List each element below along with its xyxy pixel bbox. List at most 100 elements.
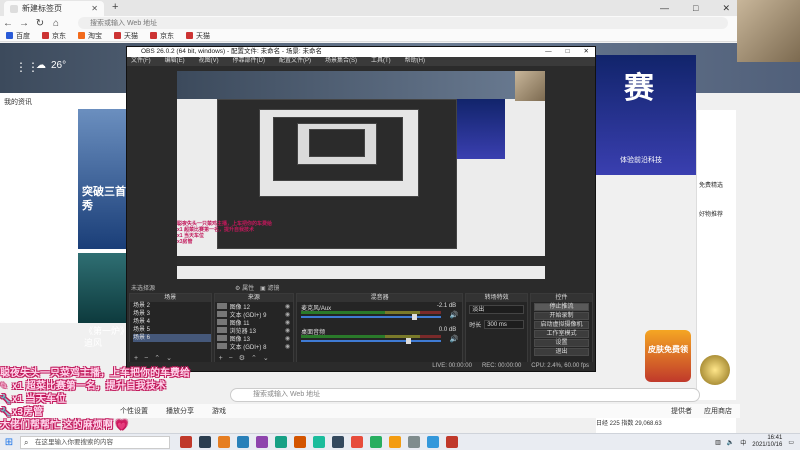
- taskbar-app-icon[interactable]: [446, 436, 458, 448]
- remove-scene-icon[interactable]: −: [144, 355, 148, 362]
- taskbar-app-icon[interactable]: [351, 436, 363, 448]
- filters-button[interactable]: ▣ 滤镜: [260, 283, 279, 292]
- visibility-eye-icon[interactable]: ◉: [285, 327, 290, 334]
- volume-slider-knob[interactable]: [411, 314, 417, 320]
- taskbar-app-icon[interactable]: [256, 436, 268, 448]
- taskbar-app-icon[interactable]: [370, 436, 382, 448]
- snippet-text[interactable]: 免费精选: [699, 180, 734, 189]
- taskbar-search-input[interactable]: 在这里输入你要搜索的内容: [20, 435, 170, 449]
- move-up-icon[interactable]: ⌃: [251, 354, 257, 362]
- bookmark-item[interactable]: 百度: [6, 31, 30, 41]
- menu-scene-collection[interactable]: 场景集合(S): [325, 57, 357, 66]
- volume-slider-knob[interactable]: [406, 338, 412, 344]
- taskbar-app-icon[interactable]: [294, 436, 306, 448]
- menu-docks[interactable]: 停靠部件(D): [233, 57, 265, 66]
- obs-close-icon[interactable]: ✕: [584, 47, 589, 57]
- windows-start-icon[interactable]: ⊞: [0, 437, 18, 448]
- page-search-input[interactable]: 搜索或输入 Web 地址: [230, 388, 700, 402]
- taskbar-app-icon[interactable]: [313, 436, 325, 448]
- visibility-eye-icon[interactable]: ◉: [285, 311, 290, 318]
- source-item[interactable]: 文本 (GDI+) 8 ◉: [215, 342, 294, 351]
- duration-input[interactable]: 300 ms: [484, 320, 525, 329]
- obs-maximize-icon[interactable]: □: [566, 47, 570, 57]
- taskbar-app-icon[interactable]: [408, 436, 420, 448]
- add-source-icon[interactable]: +: [219, 355, 223, 362]
- bookmark-item[interactable]: 京东: [150, 31, 174, 41]
- start-recording-button[interactable]: 开始录制: [534, 312, 590, 320]
- snippet-text[interactable]: 好物推荐: [699, 209, 734, 218]
- game-ad-badge[interactable]: 皮肤免费领: [645, 330, 691, 382]
- source-settings-icon[interactable]: ⚙: [239, 354, 245, 362]
- menu-file[interactable]: 文件(F): [131, 57, 151, 66]
- visibility-eye-icon[interactable]: ◉: [285, 343, 290, 350]
- visibility-eye-icon[interactable]: ◉: [285, 303, 290, 310]
- add-scene-icon[interactable]: +: [134, 355, 138, 362]
- volume-slider[interactable]: [301, 338, 442, 344]
- settings-button[interactable]: 设置: [534, 339, 590, 347]
- bottom-right-item[interactable]: 提供者: [671, 406, 692, 416]
- tab-close-icon[interactable]: ✕: [91, 4, 98, 13]
- news-headline[interactable]: 突破三首秀: [82, 185, 128, 213]
- taskbar-app-icon[interactable]: [389, 436, 401, 448]
- taskbar-app-icon[interactable]: [332, 436, 344, 448]
- bookmark-item[interactable]: 天猫: [114, 31, 138, 41]
- bottom-item[interactable]: 游戏: [212, 406, 226, 416]
- stop-streaming-button[interactable]: 停止推流: [534, 303, 590, 311]
- weather-widget[interactable]: ☁ 26°: [36, 60, 66, 71]
- scene-item[interactable]: 场景 3: [133, 310, 211, 318]
- back-icon[interactable]: ←: [0, 18, 16, 29]
- taskbar-app-icon[interactable]: [427, 436, 439, 448]
- menu-help[interactable]: 帮助(H): [405, 57, 425, 66]
- source-item[interactable]: 浏览器 13 ◉: [215, 326, 294, 335]
- menu-profile[interactable]: 配置文件(P): [279, 57, 311, 66]
- move-down-icon[interactable]: ⌄: [263, 354, 269, 362]
- maximize-icon[interactable]: □: [693, 0, 698, 16]
- taskbar-app-icon[interactable]: [237, 436, 249, 448]
- source-item[interactable]: 文本 (GDI+) 9 ◉: [215, 310, 294, 319]
- taskbar-app-icon[interactable]: [218, 436, 230, 448]
- obs-minimize-icon[interactable]: —: [545, 47, 552, 57]
- news-image[interactable]: [78, 109, 128, 249]
- notification-icon[interactable]: ▭: [788, 439, 794, 446]
- home-icon[interactable]: ⌂: [48, 18, 64, 29]
- bottom-right-item[interactable]: 应用商店: [704, 406, 732, 416]
- address-bar[interactable]: 搜索或输入 Web 地址: [78, 17, 728, 29]
- transition-select[interactable]: 淡出: [469, 305, 525, 314]
- browser-tab[interactable]: 新建标签页 ✕: [4, 1, 104, 16]
- volume-slider[interactable]: [301, 314, 442, 320]
- news-image[interactable]: [78, 253, 128, 323]
- scene-item-selected[interactable]: 场景 6: [133, 334, 211, 342]
- minimize-icon[interactable]: —: [660, 0, 669, 16]
- scene-item[interactable]: 场景 4: [133, 318, 211, 326]
- volume-icon[interactable]: 🔈: [727, 439, 734, 446]
- speaker-icon[interactable]: 🔊: [449, 311, 458, 319]
- virtual-camera-button[interactable]: 启动虚拟摄像机: [534, 321, 590, 329]
- obs-preview-canvas[interactable]: 聪夜失头一只菜鸡主播，上车把你的车费给 x1 超菜比赛第一名，提升自我技术 x1…: [177, 71, 545, 279]
- taskbar-app-icon[interactable]: [199, 436, 211, 448]
- taskbar-app-icon[interactable]: [180, 436, 192, 448]
- studio-mode-button[interactable]: 工作室模式: [534, 330, 590, 338]
- ad-banner[interactable]: 赛 体验前沿科技: [596, 55, 696, 175]
- menu-edit[interactable]: 编辑(E): [165, 57, 185, 66]
- system-clock[interactable]: 16:41 2021/10/16: [752, 435, 782, 449]
- scene-item[interactable]: 场景 5: [133, 326, 211, 334]
- game-emblem-icon[interactable]: [700, 355, 730, 385]
- visibility-eye-icon[interactable]: ◉: [285, 335, 290, 342]
- move-down-icon[interactable]: ⌄: [166, 354, 172, 362]
- new-tab-icon[interactable]: +: [112, 1, 118, 13]
- bookmark-item[interactable]: 淘宝: [78, 31, 102, 41]
- visibility-eye-icon[interactable]: ◉: [285, 319, 290, 326]
- speaker-icon[interactable]: 🔊: [449, 335, 458, 343]
- exit-button[interactable]: 退出: [534, 348, 590, 356]
- move-up-icon[interactable]: ⌃: [154, 354, 160, 362]
- menu-view[interactable]: 视图(V): [199, 57, 219, 66]
- bookmark-item[interactable]: 天猫: [186, 31, 210, 41]
- menu-tools[interactable]: 工具(T): [371, 57, 391, 66]
- refresh-icon[interactable]: ↻: [32, 18, 48, 29]
- scene-item[interactable]: 场景 2: [133, 302, 211, 310]
- taskbar-app-icon[interactable]: [275, 436, 287, 448]
- bookmark-item[interactable]: 京东: [42, 31, 66, 41]
- properties-button[interactable]: ⚙ 属性: [235, 283, 254, 292]
- remove-source-icon[interactable]: −: [229, 355, 233, 362]
- network-icon[interactable]: ▥: [715, 439, 721, 446]
